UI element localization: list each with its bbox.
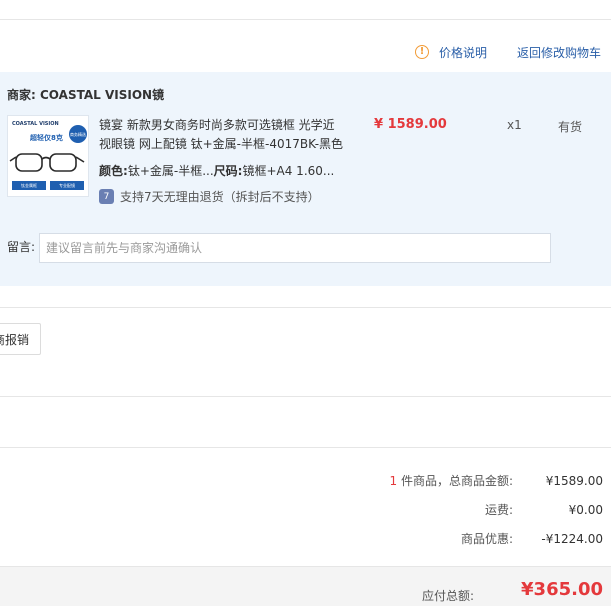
shop-block: 商家: COASTAL VISION镜 COASTAL VISION 超轻仅8克… bbox=[0, 72, 611, 286]
thumb-tag-2: 专业配镜 bbox=[59, 182, 75, 188]
shop-label: 商家: bbox=[7, 88, 36, 102]
discount-value: -¥1224.00 bbox=[541, 531, 603, 546]
color-value: 钛+金属-半框... bbox=[127, 164, 214, 178]
product-title[interactable]: 镜宴 新款男女商务时尚多款可选镜框 光学近视眼镜 网上配镜 钛+金属-半框-40… bbox=[99, 116, 345, 154]
divider bbox=[0, 396, 611, 397]
summary-shipping-row: 运费: ¥0.00 bbox=[485, 501, 603, 518]
stock-status: 有货 bbox=[558, 120, 583, 134]
memo-label: 留言: bbox=[7, 240, 36, 254]
discount-label: 商品优惠: bbox=[460, 532, 513, 546]
summary-items-row: 1 件商品，总商品金额: ¥1589.00 bbox=[389, 472, 603, 489]
thumb-tag-1: 钛金属框 bbox=[21, 182, 37, 188]
shipping-value: ¥0.00 bbox=[568, 502, 603, 517]
header-links: ! 价格说明 返回修改购物车 bbox=[414, 43, 601, 61]
divider bbox=[0, 307, 611, 308]
thumb-tagline: 超轻仅8克 bbox=[30, 133, 63, 142]
thumb-brand: COASTAL VISION bbox=[12, 121, 59, 127]
summary-discount-row: 商品优惠: -¥1224.00 bbox=[461, 530, 603, 547]
divider bbox=[0, 447, 611, 448]
glasses-image: COASTAL VISION 超轻仅8克 商务精选 钛金属框 专业配镜 bbox=[8, 116, 88, 196]
total-label: 应付总额: bbox=[421, 589, 474, 603]
items-total-label: 件商品，总商品金额: bbox=[400, 474, 513, 488]
items-total-value: ¥1589.00 bbox=[545, 473, 603, 488]
product-thumbnail[interactable]: COASTAL VISION 超轻仅8克 商务精选 钛金属框 专业配镜 bbox=[7, 115, 89, 197]
return-policy-text: 支持7天无理由退货（拆封后不支持） bbox=[120, 190, 320, 204]
invoice-button[interactable]: 商报销 bbox=[0, 323, 41, 355]
divider bbox=[0, 19, 611, 20]
memo-input[interactable] bbox=[39, 233, 551, 263]
total-bar: 应付总额: ¥365.00 bbox=[0, 566, 611, 606]
return-policy: 7 支持7天无理由退货（拆封后不支持） bbox=[99, 188, 320, 205]
shipping-label: 运费: bbox=[484, 503, 513, 517]
thumb-badge: 商务精选 bbox=[70, 131, 86, 137]
price-info-link[interactable]: 价格说明 bbox=[439, 44, 487, 61]
back-to-cart-link[interactable]: 返回修改购物车 bbox=[517, 44, 601, 61]
order-confirm-page: ! 价格说明 返回修改购物车 商家: COASTAL VISION镜 COAST… bbox=[0, 0, 611, 606]
item-count: 1 bbox=[389, 474, 398, 488]
product-quantity: x1 bbox=[507, 118, 522, 132]
product-price: ¥ 1589.00 bbox=[374, 117, 447, 132]
color-label: 颜色: bbox=[99, 164, 128, 178]
shop-header: 商家: COASTAL VISION镜 bbox=[7, 86, 164, 103]
total-value: ¥365.00 bbox=[521, 579, 603, 600]
size-label: 尺码: bbox=[213, 164, 243, 178]
product-attributes: 颜色:钛+金属-半框...尺码:镜框+A4 1.60... bbox=[99, 162, 334, 179]
info-icon[interactable]: ! bbox=[414, 45, 429, 59]
return-policy-icon: 7 bbox=[99, 189, 114, 204]
size-value: 镜框+A4 1.60... bbox=[242, 164, 335, 178]
shop-name[interactable]: COASTAL VISION镜 bbox=[40, 88, 164, 102]
